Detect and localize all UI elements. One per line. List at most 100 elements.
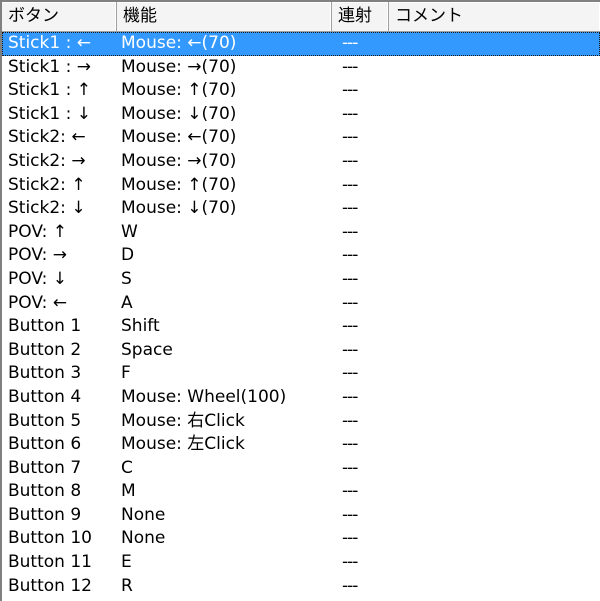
- row-rapid-fire-cell: ---: [342, 434, 358, 455]
- list-row[interactable]: Stick1 : ← Mouse: ←(70) ---: [2, 32, 600, 56]
- row-button-cell: POV: ←: [8, 292, 67, 313]
- row-function-cell: W: [121, 221, 138, 242]
- row-button-cell: Button 3: [8, 363, 82, 384]
- row-function-cell: A: [121, 292, 133, 313]
- row-comment-cell: [389, 268, 600, 292]
- row-comment-cell: [389, 79, 600, 103]
- row-rapid-fire-cell: ---: [342, 198, 358, 219]
- row-rapid-fire-cell: ---: [342, 268, 358, 289]
- button-mapping-list[interactable]: ボタン 機能 連射 コメント Stick1 : ← Mouse: ←(70) ---…: [0, 0, 600, 601]
- row-button-cell: POV: →: [8, 245, 67, 266]
- row-comment-cell: [389, 126, 600, 150]
- row-function-cell: Mouse: ←(70): [121, 33, 237, 53]
- list-row[interactable]: Button 3 F ---: [2, 362, 600, 386]
- row-button-cell: Stick1 : ↓: [8, 103, 91, 124]
- row-function-cell: Mouse: →(70): [121, 150, 237, 171]
- row-button-cell: Button 4: [8, 386, 82, 407]
- row-button-cell: Button 5: [8, 410, 82, 431]
- row-comment-cell: [389, 56, 600, 80]
- list-row[interactable]: Button 6 Mouse: 左Click ---: [2, 433, 600, 457]
- row-function-cell: Mouse: ←(70): [121, 127, 237, 148]
- list-row[interactable]: Stick1 : → Mouse: →(70) ---: [2, 56, 600, 80]
- list-row[interactable]: Button 7 C ---: [2, 457, 600, 481]
- row-button-cell: Stick2: →: [8, 150, 86, 171]
- row-comment-cell: [389, 244, 600, 268]
- column-header-rapid-fire[interactable]: 連射: [332, 2, 389, 31]
- row-comment-cell: [389, 504, 600, 528]
- row-rapid-fire-cell: ---: [342, 103, 358, 124]
- row-comment-cell: [389, 433, 600, 457]
- list-row[interactable]: Button 2 Space ---: [2, 339, 600, 363]
- row-function-cell: Space: [121, 339, 173, 360]
- row-rapid-fire-cell: ---: [342, 504, 358, 525]
- list-row[interactable]: Stick2: ← Mouse: ←(70) ---: [2, 126, 600, 150]
- row-function-cell: C: [121, 457, 133, 478]
- row-comment-cell: [389, 221, 600, 245]
- row-rapid-fire-cell: ---: [342, 386, 358, 407]
- row-button-cell: Button 6: [8, 434, 82, 455]
- list-row[interactable]: Stick2: → Mouse: →(70) ---: [2, 150, 600, 174]
- row-button-cell: Stick2: ↑: [8, 174, 86, 195]
- list-body: Stick1 : ← Mouse: ←(70) --- Stick1 : → Mouse…: [2, 32, 600, 598]
- row-button-cell: POV: ↓: [8, 268, 67, 289]
- row-rapid-fire-cell: ---: [342, 528, 358, 549]
- row-rapid-fire-cell: ---: [342, 150, 358, 171]
- list-row[interactable]: POV: ← A ---: [2, 292, 600, 316]
- row-function-cell: Mouse: ↑(70): [121, 80, 237, 101]
- row-button-cell: Button 11: [8, 552, 92, 573]
- row-comment-cell: [389, 339, 600, 363]
- list-row[interactable]: Button 5 Mouse: 右Click ---: [2, 410, 600, 434]
- row-button-cell: Stick1 : →: [8, 56, 91, 77]
- row-button-cell: Stick2: ←: [8, 127, 86, 148]
- row-rapid-fire-cell: ---: [342, 56, 358, 77]
- list-header: ボタン 機能 連射 コメント: [2, 2, 600, 32]
- row-function-cell: D: [121, 245, 135, 266]
- list-row[interactable]: Button 11 E ---: [2, 551, 600, 575]
- list-row[interactable]: Stick1 : ↑ Mouse: ↑(70) ---: [2, 79, 600, 103]
- list-row[interactable]: POV: → D ---: [2, 244, 600, 268]
- row-function-cell: R: [121, 575, 133, 596]
- list-row[interactable]: Button 10 None ---: [2, 527, 600, 551]
- list-row[interactable]: Stick2: ↑ Mouse: ↑(70) ---: [2, 174, 600, 198]
- row-comment-cell: [389, 315, 600, 339]
- list-row[interactable]: Button 4 Mouse: Wheel(100) ---: [2, 386, 600, 410]
- column-header-comment[interactable]: コメント: [389, 2, 600, 31]
- row-comment-cell: [389, 362, 600, 386]
- row-button-cell: Button 9: [8, 504, 82, 525]
- row-comment-cell: [389, 457, 600, 481]
- row-rapid-fire-cell: ---: [342, 174, 358, 195]
- row-button-cell: Button 12: [8, 575, 92, 596]
- list-row[interactable]: Button 12 R ---: [2, 575, 600, 599]
- row-rapid-fire-cell: ---: [342, 410, 358, 431]
- row-comment-cell: [389, 197, 600, 221]
- list-row[interactable]: Button 1 Shift ---: [2, 315, 600, 339]
- list-row[interactable]: Stick1 : ↓ Mouse: ↓(70) ---: [2, 103, 600, 127]
- row-comment-cell: [389, 174, 600, 198]
- list-row[interactable]: Button 8 M ---: [2, 480, 600, 504]
- row-rapid-fire-cell: ---: [342, 127, 358, 148]
- row-rapid-fire-cell: ---: [342, 575, 358, 596]
- list-row[interactable]: Stick2: ↓ Mouse: ↓(70) ---: [2, 197, 600, 221]
- row-function-cell: Mouse: →(70): [121, 56, 237, 77]
- row-rapid-fire-cell: ---: [342, 552, 358, 573]
- row-rapid-fire-cell: ---: [342, 316, 358, 337]
- row-button-cell: Button 2: [8, 339, 82, 360]
- row-comment-cell: [389, 386, 600, 410]
- row-rapid-fire-cell: ---: [342, 363, 358, 384]
- row-function-cell: Mouse: 左Click: [121, 434, 245, 455]
- row-rapid-fire-cell: ---: [342, 481, 358, 502]
- row-rapid-fire-cell: ---: [342, 245, 358, 266]
- row-comment-cell: [389, 150, 600, 174]
- row-rapid-fire-cell: ---: [342, 33, 358, 53]
- list-row[interactable]: POV: ↑ W ---: [2, 221, 600, 245]
- row-button-cell: Stick1 : ↑: [8, 80, 91, 101]
- row-function-cell: M: [121, 481, 136, 502]
- list-row[interactable]: Button 9 None ---: [2, 504, 600, 528]
- row-function-cell: Mouse: Wheel(100): [121, 386, 287, 407]
- row-comment-cell: [389, 480, 600, 504]
- column-header-function[interactable]: 機能: [117, 2, 332, 31]
- list-row[interactable]: POV: ↓ S ---: [2, 268, 600, 292]
- row-rapid-fire-cell: ---: [342, 292, 358, 313]
- column-header-button[interactable]: ボタン: [2, 2, 117, 31]
- row-comment-cell: [389, 551, 600, 575]
